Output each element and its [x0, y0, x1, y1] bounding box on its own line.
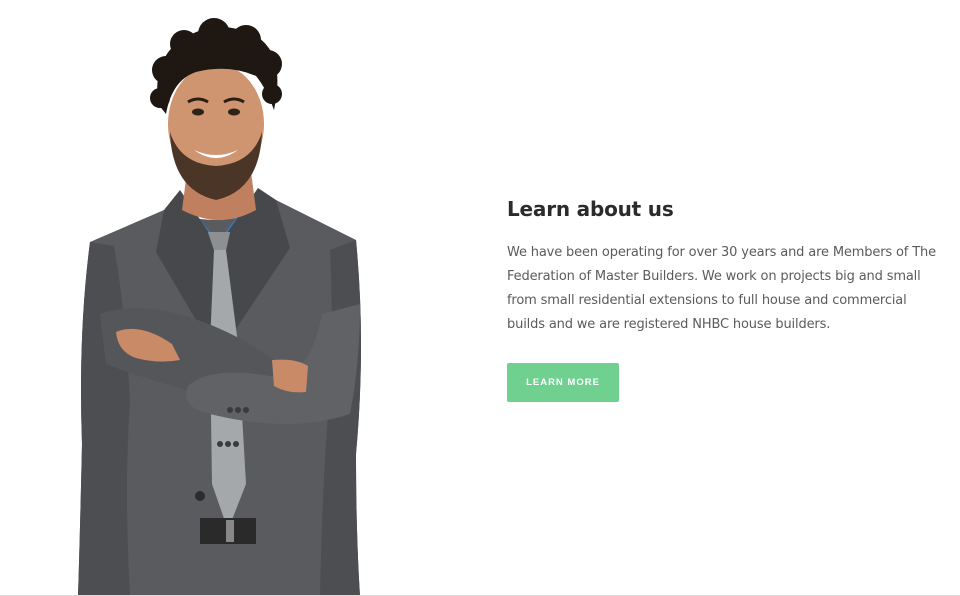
learn-more-button[interactable]: LEARN MORE	[507, 363, 619, 402]
about-section: Learn about us We have been operating fo…	[0, 0, 960, 596]
section-heading: Learn about us	[507, 197, 674, 221]
about-content: Learn about us We have been operating fo…	[507, 195, 947, 402]
about-description: We have been operating for over 30 years…	[507, 245, 936, 332]
businessman-photo	[78, 18, 361, 596]
